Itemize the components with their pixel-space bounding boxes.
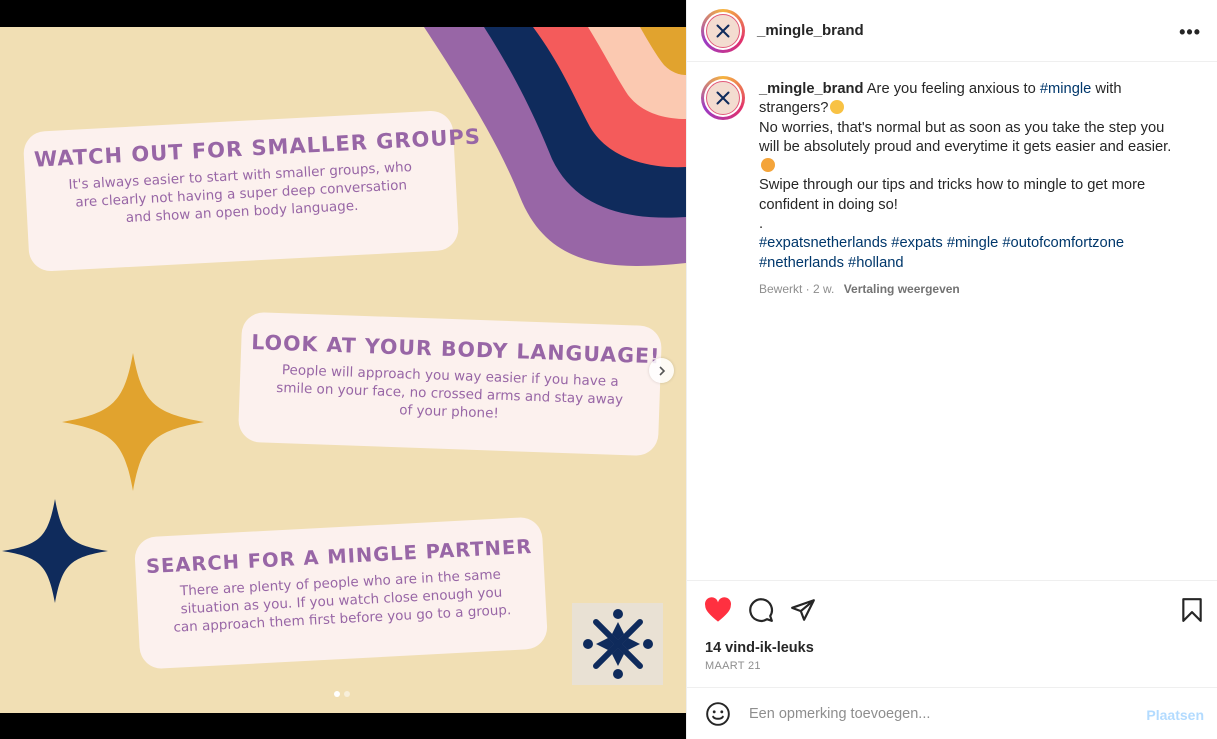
post-date: MAART 21 — [705, 660, 761, 672]
mingle-logo-icon — [716, 91, 730, 105]
next-slide-button[interactable] — [649, 358, 674, 383]
chevron-right-icon — [658, 365, 665, 376]
mingle-logo-icon — [716, 24, 730, 37]
carousel-indicator — [334, 691, 350, 697]
comment-icon[interactable] — [748, 597, 774, 623]
translate-link[interactable]: Vertaling weergeven — [844, 282, 960, 296]
caption-text: _mingle_brand Are you feeling anxious to… — [759, 80, 1179, 299]
smiley-icon[interactable] — [705, 701, 731, 727]
post-slide[interactable]: Watch out for smaller groups It's always… — [0, 27, 686, 713]
post-header: _mingle_brand ••• — [687, 0, 1217, 62]
comment-input[interactable] — [749, 705, 1109, 722]
caption-segment: No worries, that's normal but as soon as… — [759, 119, 1172, 155]
hashtag-link[interactable]: #expats — [891, 235, 942, 251]
like-count[interactable]: 14 vind-ik-leuks — [705, 640, 814, 656]
caption-username[interactable]: _mingle_brand — [759, 81, 863, 97]
carousel-dot — [344, 691, 350, 697]
share-icon[interactable] — [790, 597, 816, 623]
gold-star-decoration — [62, 353, 204, 491]
caption-segment: Are you feeling anxious to — [866, 81, 1036, 97]
post-media: Watch out for smaller groups It's always… — [0, 0, 686, 739]
hashtag-link[interactable]: #expatsnetherlands — [759, 235, 887, 251]
post-side-panel: _mingle_brand ••• _mingle_brand Are you … — [686, 0, 1217, 739]
ellipsis-icon[interactable]: ••• — [1179, 22, 1201, 43]
edited-label: Bewerkt · 2 w. — [759, 281, 835, 296]
tip-card-3: Search for a mingle partner There are pl… — [133, 516, 549, 670]
caption-segment: . — [759, 216, 764, 233]
mingle-logo-icon — [582, 609, 653, 679]
brand-logo — [572, 603, 663, 685]
hashtag-link[interactable]: #mingle — [1040, 81, 1091, 97]
hashtag-link[interactable]: #mingle — [947, 235, 998, 251]
tip-card-2: Look at your body language! People will … — [237, 311, 663, 457]
heart-filled-icon[interactable] — [704, 597, 732, 623]
avatar[interactable] — [701, 76, 745, 120]
caption-meta: Bewerkt · 2 w. Vertaling weergeven — [759, 280, 1179, 299]
hashtag-link[interactable]: #outofcomfortzone — [1002, 235, 1124, 251]
bookmark-icon[interactable] — [1181, 597, 1203, 623]
post-comment-button[interactable]: Plaatsen — [1146, 707, 1204, 723]
tip-body: People will approach you way easier if y… — [276, 362, 624, 422]
hashtag-link[interactable]: #holland — [848, 255, 904, 271]
carousel-dot-active — [334, 691, 340, 697]
post-caption: _mingle_brand Are you feeling anxious to… — [701, 76, 1201, 299]
comment-bar: Plaatsen — [687, 687, 1217, 739]
post-username[interactable]: _mingle_brand — [757, 22, 864, 39]
hashtag-link[interactable]: #netherlands — [759, 255, 844, 271]
avatar[interactable] — [701, 8, 745, 53]
navy-star-decoration — [2, 499, 108, 603]
action-bar — [687, 580, 1217, 640]
tip-card-1: Watch out for smaller groups It's always… — [22, 109, 481, 273]
caption-segment: Swipe through our tips and tricks how to… — [759, 177, 1146, 213]
hugging-face-emoji-icon — [761, 158, 775, 173]
anxious-face-emoji-icon — [830, 100, 845, 115]
